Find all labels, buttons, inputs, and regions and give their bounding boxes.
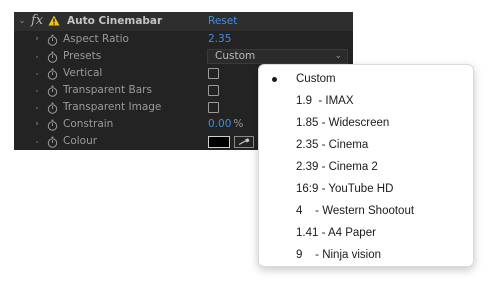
chevron-right-icon[interactable]: › [32,34,42,44]
stopwatch-icon[interactable] [47,136,58,148]
dropdown-option-label: 1.85 - Widescreen [296,117,390,129]
colour-swatch[interactable] [208,136,230,148]
reset-link[interactable]: Reset [208,15,237,27]
warning-icon [48,15,60,26]
dropdown-option-label: 9 - Ninja vision [296,249,382,261]
dropdown-option[interactable]: Custom [259,68,475,90]
dropdown-option-label: 4 - Western Shootout [296,205,415,217]
presets-select[interactable]: Custom ⌄ [207,49,348,64]
colour-label: Colour [63,135,98,147]
stopwatch-icon[interactable] [47,51,58,63]
chevron-down-icon: ⌄ [334,51,342,61]
transparent-bars-label: Transparent Bars [63,84,152,96]
dropdown-option-label: 1.41 - A4 Paper [296,227,376,239]
chevron-down-icon[interactable]: ⌄ [17,16,27,26]
dropdown-option[interactable]: 1.85 - Widescreen [259,112,475,134]
selected-bullet-icon [272,77,277,82]
presets-selected-value: Custom [215,50,256,62]
constrain-value[interactable]: 0.00 [208,118,231,130]
dropdown-option[interactable]: 2.39 - Cinema 2 [259,156,475,178]
dropdown-option[interactable]: 2.35 - Cinema [259,134,475,156]
row-dot [36,141,38,143]
eyedropper-icon[interactable] [234,136,254,148]
constrain-value-group: 0.00% [208,118,243,130]
presets-dropdown-menu: Custom 1.9 - IMAX 1.85 - Widescreen 2.35 - … [258,64,474,267]
stopwatch-icon[interactable] [47,68,58,80]
dropdown-option[interactable]: 9 - Ninja vision [259,244,475,266]
constrain-unit: % [233,118,244,130]
effect-name: Auto Cinemabar [67,15,163,27]
property-row-aspect-ratio: › Aspect Ratio 2.35 [14,31,353,48]
transparent-image-label: Transparent Image [63,101,162,113]
dropdown-option-label: 2.35 - Cinema [296,139,369,151]
stopwatch-icon[interactable] [47,85,58,97]
dropdown-option[interactable]: 1.9 - IMAX [259,90,475,112]
stopwatch-icon[interactable] [47,119,58,131]
aspect-ratio-label: Aspect Ratio [63,33,129,45]
aspect-ratio-value[interactable]: 2.35 [208,33,231,45]
presets-label: Presets [63,50,102,62]
row-dot [36,56,38,58]
vertical-label: Vertical [63,67,103,79]
dropdown-option-label: 16:9 - YouTube HD [296,183,394,195]
transparent-image-checkbox[interactable] [208,102,219,113]
vertical-checkbox[interactable] [208,68,219,79]
effect-header: ⌄ fx Auto Cinemabar Reset [14,12,353,31]
dropdown-option-label: Custom [296,73,336,85]
transparent-bars-checkbox[interactable] [208,85,219,96]
row-dot [36,107,38,109]
dropdown-option-label: 2.39 - Cinema 2 [296,161,378,173]
stopwatch-icon[interactable] [47,102,58,114]
dropdown-option-label: 1.9 - IMAX [296,95,354,107]
chevron-right-icon[interactable]: › [32,119,42,129]
dropdown-option[interactable]: 1.41 - A4 Paper [259,222,475,244]
row-dot [36,90,38,92]
property-row-presets: Presets Custom ⌄ [14,48,353,65]
dropdown-option[interactable]: 16:9 - YouTube HD [259,178,475,200]
dropdown-option[interactable]: 4 - Western Shootout [259,200,475,222]
constrain-label: Constrain [63,118,114,130]
row-dot [36,73,38,75]
fx-icon[interactable]: fx [31,13,43,28]
stopwatch-icon[interactable] [47,34,58,46]
